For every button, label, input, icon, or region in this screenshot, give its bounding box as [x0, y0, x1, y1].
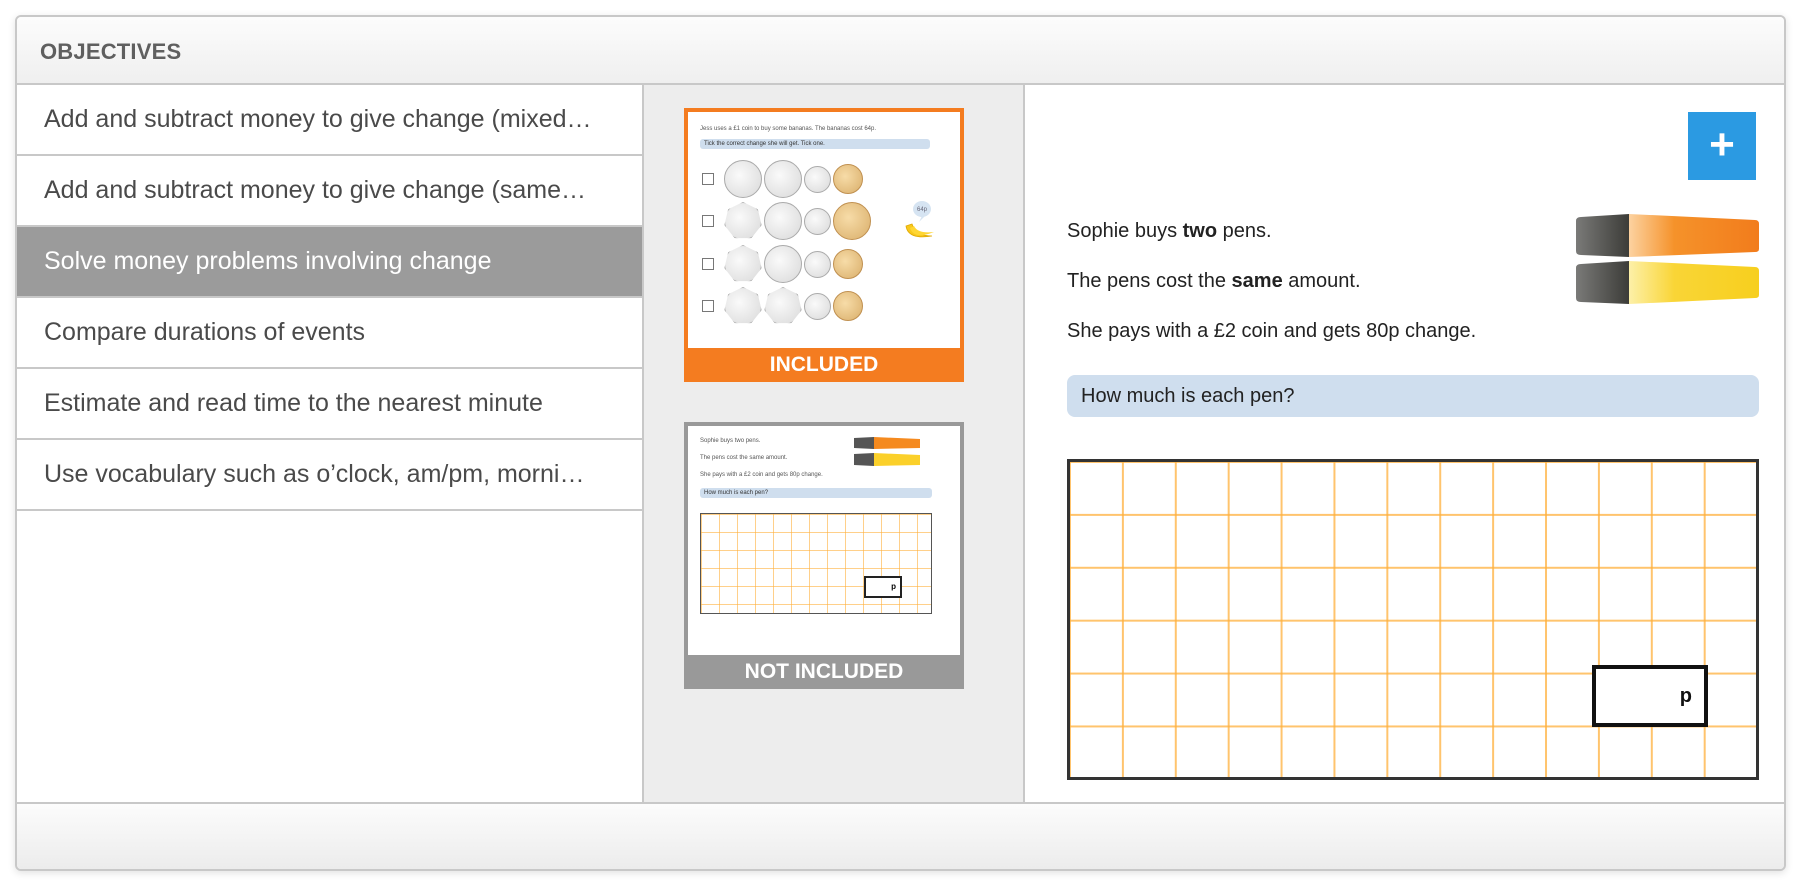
objective-label: Solve money problems involving change [44, 247, 492, 275]
objectives-panel: OBJECTIVES Add and subtract money to giv… [15, 15, 1786, 871]
objective-label: Estimate and read time to the nearest mi… [44, 389, 543, 417]
objective-item[interactable]: Use vocabulary such as o’clock, am/pm, m… [17, 440, 642, 511]
checkbox-icon[interactable] [702, 215, 714, 227]
panel-title: OBJECTIVES [40, 39, 182, 64]
thumb-answer-grid: p [700, 513, 932, 614]
answer-input[interactable]: p [1592, 665, 1708, 727]
banana-icon: 64p [902, 200, 938, 244]
coin-row [702, 202, 871, 240]
pens-icon [854, 436, 922, 468]
coin-50p-icon [764, 287, 802, 324]
coin-1p-icon [833, 291, 863, 321]
coin-50p-icon [724, 287, 762, 324]
panel-body: Add and subtract money to give change (m… [17, 85, 1784, 802]
objective-item[interactable]: Add and subtract money to give change (s… [17, 156, 642, 227]
text: Sophie buys [1067, 220, 1183, 242]
coin-50p-icon [724, 202, 762, 239]
coin-row [702, 287, 863, 325]
thumbnail-included[interactable]: Jess uses a £1 coin to buy some bananas.… [684, 108, 964, 382]
coin-5p-icon [804, 250, 831, 278]
pens-icon [1573, 213, 1761, 305]
panel-footer [17, 802, 1784, 869]
text: pens. [1217, 220, 1272, 242]
coin-5p-icon [804, 207, 831, 235]
thumb-answer-unit: p [891, 582, 896, 591]
objective-item-selected[interactable]: Solve money problems involving change [17, 227, 642, 298]
not-included-label: NOT INCLUDED [684, 655, 964, 689]
objective-item[interactable]: Compare durations of events [17, 298, 642, 369]
checkbox-icon[interactable] [702, 300, 714, 312]
plus-icon: + [1709, 120, 1735, 169]
question-line-3: She pays with a £2 coin and gets 80p cha… [1067, 320, 1477, 342]
coin-5p-icon [804, 292, 831, 320]
thumb-question: Tick the correct change she will get. Ti… [700, 139, 930, 149]
coin-1p-icon [833, 249, 863, 279]
panel-header: OBJECTIVES [17, 17, 1784, 85]
coin-1p-icon [833, 164, 863, 194]
coin-20p-icon [764, 160, 802, 198]
objective-label: Add and subtract money to give change (m… [44, 105, 592, 133]
question-line-1: Sophie buys two pens. [1067, 220, 1272, 243]
coin-20p-icon [724, 160, 762, 198]
price-tag: 64p [917, 207, 928, 213]
checkbox-icon[interactable] [702, 258, 714, 270]
add-button[interactable]: + [1688, 112, 1756, 180]
emphasis: same [1231, 270, 1283, 292]
question-preview: + Sophie buys two pens. The pens cost th… [1025, 85, 1784, 802]
coin-row [702, 160, 863, 198]
emphasis: two [1182, 220, 1218, 242]
coin-20p-icon [764, 245, 802, 283]
objectives-list: Add and subtract money to give change (m… [17, 85, 644, 802]
answer-unit: p [1679, 685, 1692, 707]
objective-label: Compare durations of events [44, 318, 366, 346]
thumbnail-not-included[interactable]: Sophie buys two pens. The pens cost the … [684, 422, 964, 689]
text: The pens cost the [1067, 270, 1232, 292]
thumb-question: How much is each pen? [700, 488, 932, 498]
coin-20p-icon [764, 202, 802, 240]
objective-label: Use vocabulary such as o’clock, am/pm, m… [44, 460, 585, 488]
question-thumbnails: Jess uses a £1 coin to buy some bananas.… [644, 85, 1025, 802]
thumb-answer-box: p [864, 576, 902, 598]
question-prompt: How much is each pen? [1067, 375, 1759, 417]
thumb-line2: The pens cost the same amount. [700, 455, 788, 461]
answer-grid: p [1067, 459, 1759, 780]
text: amount. [1282, 270, 1361, 292]
objective-item[interactable]: Estimate and read time to the nearest mi… [17, 369, 642, 440]
coin-2p-icon [833, 202, 871, 240]
coin-row [702, 245, 863, 283]
checkbox-icon[interactable] [702, 173, 714, 185]
thumb-line3: She pays with a £2 coin and gets 80p cha… [700, 472, 823, 478]
coin-5p-icon [804, 165, 831, 193]
included-label: INCLUDED [684, 348, 964, 382]
question-line-2: The pens cost the same amount. [1067, 270, 1361, 293]
objective-label: Add and subtract money to give change (s… [44, 176, 586, 204]
objective-item[interactable]: Add and subtract money to give change (m… [17, 85, 642, 156]
thumb-line1: Sophie buys two pens. [700, 438, 761, 444]
coin-50p-icon [724, 245, 762, 282]
thumb-intro-text: Jess uses a £1 coin to buy some bananas.… [700, 126, 877, 132]
